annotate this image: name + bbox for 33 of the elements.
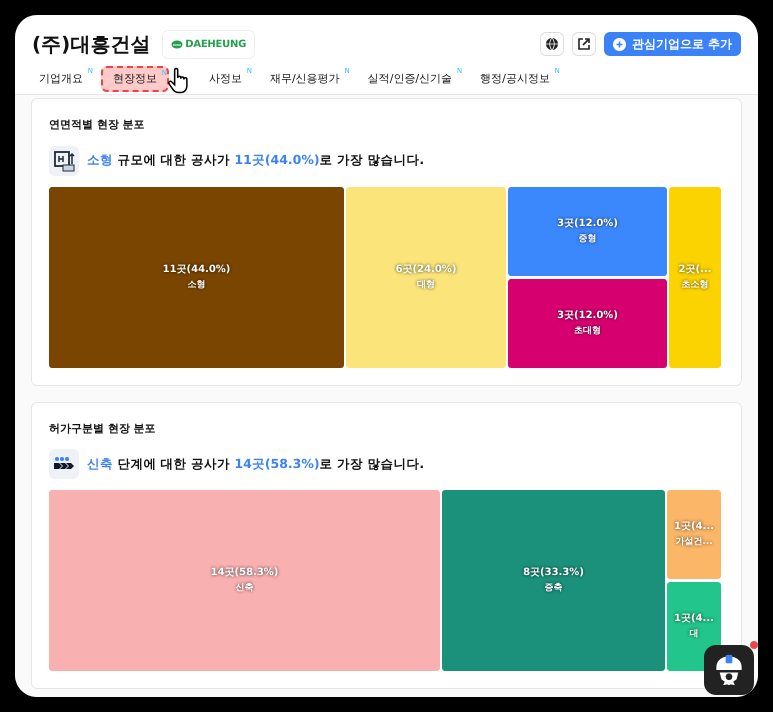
external-link-icon bbox=[576, 37, 591, 51]
tile-value: 6곳(24.0%) bbox=[396, 262, 456, 277]
logo-text: DAEHEUNG bbox=[185, 38, 246, 52]
tile-label: 초소형 bbox=[682, 278, 708, 292]
tile-label: 신축 bbox=[236, 582, 254, 596]
share-button[interactable] bbox=[572, 32, 596, 56]
tile-label: 대형 bbox=[417, 278, 435, 292]
section-title: 허가구분별 현장 분포 bbox=[49, 420, 157, 436]
tile-label: 대 bbox=[690, 628, 698, 642]
tile-value: 11곳(44.0%) bbox=[162, 262, 230, 277]
summary-text: 소형 규모에 대한 공사가 11곳(44.0%)로 가장 많습니다. bbox=[87, 151, 424, 170]
tile-value: 2곳(... bbox=[678, 262, 712, 277]
company-name: (주)대흥건설 bbox=[32, 31, 150, 58]
progress-icon bbox=[49, 449, 79, 479]
tile-value: 1곳(4... bbox=[674, 612, 714, 626]
tile-value: 3곳(12.0%) bbox=[557, 216, 618, 231]
language-button[interactable] bbox=[540, 32, 564, 56]
logo-icon bbox=[171, 40, 184, 48]
tile-label: 증축 bbox=[544, 582, 562, 596]
section-title: 연면적별 현장 분포 bbox=[49, 117, 146, 133]
tile-value: 14곳(58.3%) bbox=[210, 566, 278, 580]
tile-label: 가설건... bbox=[675, 536, 713, 550]
tile-value: 1곳(4... bbox=[674, 520, 714, 534]
tile-label: 초대형 bbox=[574, 324, 601, 338]
plus-circle-icon bbox=[612, 38, 626, 50]
globe-icon bbox=[544, 37, 559, 51]
tile-value: 3곳(12.0%) bbox=[557, 308, 618, 323]
tile-label: 중형 bbox=[578, 232, 596, 246]
summary-text: 신축 단계에 대한 공사가 14곳(58.3%)로 가장 많습니다. bbox=[87, 454, 424, 473]
watch-button[interactable]: 관심기업으로 추가 bbox=[604, 32, 741, 56]
tile-label: 소형 bbox=[188, 278, 206, 292]
tile-value: 8곳(33.3%) bbox=[523, 566, 584, 580]
monitor-icon bbox=[49, 146, 79, 176]
